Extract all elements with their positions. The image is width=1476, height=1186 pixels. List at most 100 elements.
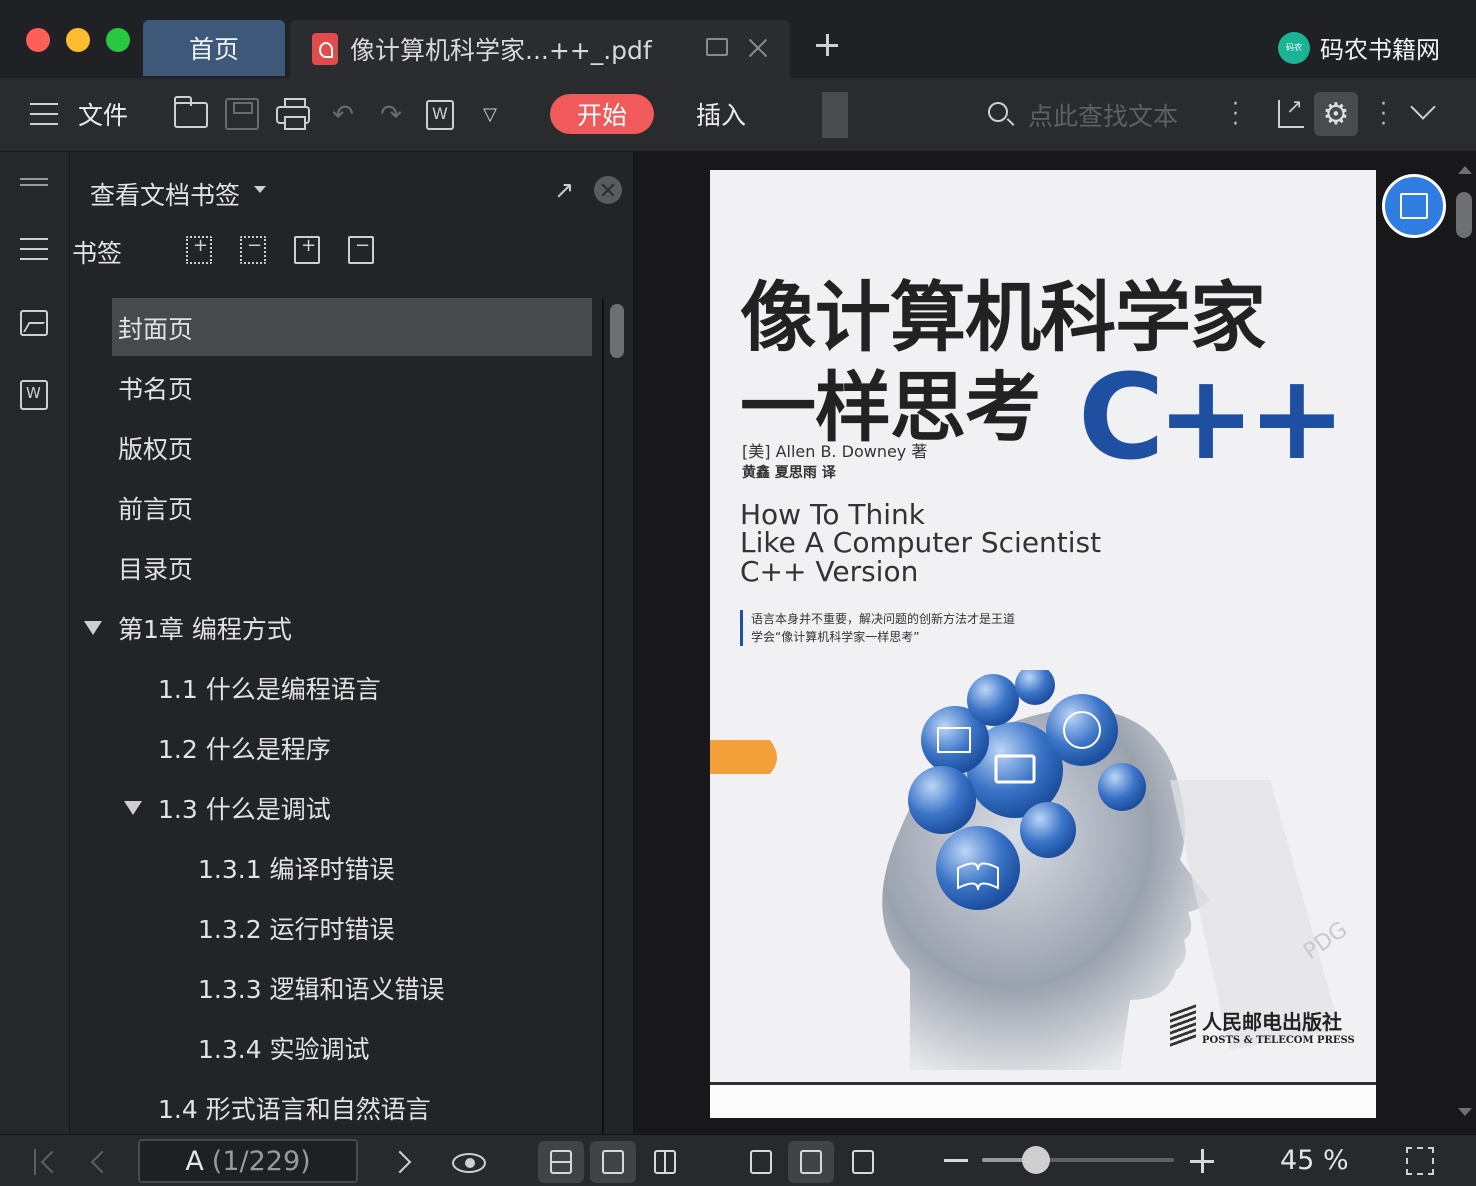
bookmark-item[interactable]: 1.4 形式语言和自然语言: [70, 1078, 602, 1138]
status-bar: A (1/229) 45 %: [0, 1134, 1476, 1186]
collapse-panel-icon[interactable]: [20, 178, 48, 186]
page-number-field[interactable]: A (1/229): [138, 1139, 358, 1183]
previous-page-icon[interactable]: [86, 1149, 112, 1175]
bubble-pen: [908, 766, 976, 834]
bookmark-item[interactable]: 1.3 什么是调试: [70, 778, 602, 838]
document-viewer[interactable]: 像计算机科学家 一样思考 C++ [美] Allen B. Downey 著 黄…: [634, 152, 1476, 1134]
bookmark-item[interactable]: 1.3.3 逻辑和语义错误: [70, 958, 602, 1018]
monitor-icon[interactable]: [706, 38, 728, 56]
add-bookmark-icon[interactable]: [294, 235, 320, 264]
convert-document-button[interactable]: [1382, 174, 1446, 238]
toolbar-overflow-button[interactable]: [822, 92, 848, 138]
more-dropdown-icon[interactable]: ▽: [480, 104, 500, 125]
search-icon[interactable]: [988, 102, 1008, 122]
tab-document[interactable]: 像计算机科学家...++_.pdf: [290, 20, 790, 78]
undock-icon[interactable]: ↗: [554, 178, 578, 202]
open-folder-icon[interactable]: [174, 96, 208, 128]
signature-panel-icon[interactable]: [20, 380, 48, 410]
bookmark-item[interactable]: 1.1 什么是编程语言: [70, 658, 602, 718]
print-icon[interactable]: [276, 98, 310, 130]
actual-size-button[interactable]: [738, 1141, 784, 1183]
sign-icon[interactable]: [426, 100, 454, 130]
bookmark-item[interactable]: 1.3.2 运行时错误: [70, 898, 602, 958]
bookmark-label-text: 目录页: [118, 555, 194, 584]
zoom-in-icon[interactable]: [1190, 1149, 1214, 1173]
bubble-globe: [1046, 694, 1118, 766]
scroll-down-arrow[interactable]: [1458, 1108, 1472, 1116]
brand[interactable]: 码农 码农书籍网: [1278, 30, 1440, 65]
bookmark-list-icon[interactable]: [20, 238, 48, 260]
bookmark-item[interactable]: 1.3.1 编译时错误: [70, 838, 602, 898]
viewer-scrollbar-thumb[interactable]: [1456, 192, 1472, 238]
caret-down-icon[interactable]: [254, 186, 266, 193]
continuous-view-button[interactable]: [538, 1141, 584, 1183]
single-page-view-button[interactable]: [590, 1141, 636, 1183]
maximize-window-button[interactable]: [106, 28, 130, 52]
zoom-level[interactable]: 45 %: [1280, 1145, 1349, 1176]
fit-width-button[interactable]: [840, 1141, 886, 1183]
zoom-out-icon[interactable]: [944, 1159, 968, 1162]
expand-triangle-icon[interactable]: [84, 621, 102, 635]
fullscreen-icon[interactable]: [1406, 1147, 1434, 1175]
two-page-view-button[interactable]: [642, 1141, 688, 1183]
bookmark-label-text: 1.3.3 逻辑和语义错误: [198, 975, 445, 1004]
settings-icon[interactable]: ⚙: [1314, 92, 1358, 136]
new-tab-button[interactable]: [812, 30, 842, 60]
bookmark-item[interactable]: 1.3.4 实验调试: [70, 1018, 602, 1078]
add-bookmark-child-icon[interactable]: [186, 235, 212, 264]
tab-home[interactable]: 首页: [143, 20, 285, 76]
panel-title-dropdown[interactable]: 查看文档书签: [90, 176, 240, 212]
pdf-file-icon: [312, 33, 338, 65]
redo-icon[interactable]: ↷: [378, 102, 404, 128]
orange-stripe: [710, 740, 777, 774]
close-tab-icon[interactable]: [746, 36, 770, 60]
zoom-slider-thumb[interactable]: [1021, 1146, 1050, 1174]
save-icon[interactable]: [225, 98, 259, 130]
pdf-page[interactable]: 像计算机科学家 一样思考 C++ [美] Allen B. Downey 著 黄…: [710, 170, 1376, 1118]
chevron-down-icon[interactable]: [1410, 94, 1436, 120]
bookmark-label-text: 1.3 什么是调试: [158, 795, 331, 824]
bookmark-label-text: 封面页: [118, 315, 194, 344]
menu-icon[interactable]: [30, 103, 58, 125]
remove-bookmark-icon[interactable]: [240, 235, 266, 264]
fit-page-button[interactable]: [788, 1141, 834, 1183]
zoom-slider[interactable]: [982, 1146, 1174, 1174]
panel-scrollbar-track[interactable]: [602, 298, 604, 1134]
bubble-search: [1015, 670, 1055, 705]
fit-page-icon: [800, 1150, 822, 1174]
bubble-atom: [1098, 763, 1146, 811]
scroll-up-arrow[interactable]: [1458, 166, 1472, 174]
next-page-icon[interactable]: [390, 1149, 416, 1175]
bookmark-item[interactable]: 第1章 编程方式: [70, 598, 602, 658]
search-input[interactable]: [1028, 96, 1208, 136]
tab-start[interactable]: 开始: [550, 94, 654, 134]
brand-name: 码农书籍网: [1320, 36, 1440, 64]
thumbnail-icon[interactable]: [20, 310, 48, 336]
delete-bookmark-icon[interactable]: [348, 235, 374, 264]
close-panel-icon[interactable]: [594, 176, 622, 204]
bookmark-item[interactable]: 前言页: [70, 478, 602, 538]
undo-icon[interactable]: ↶: [330, 102, 356, 128]
bookmark-item[interactable]: 版权页: [70, 418, 602, 478]
expand-triangle-icon[interactable]: [124, 801, 142, 815]
tab-insert[interactable]: 插入: [684, 96, 758, 132]
bookmark-item[interactable]: 1.2 什么是程序: [70, 718, 602, 778]
bookmark-label-text: 前言页: [118, 495, 194, 524]
panel-scrollbar-thumb[interactable]: [610, 304, 624, 358]
publisher: 人民邮电出版社 POSTS & TELECOM PRESS: [1170, 1004, 1355, 1048]
minimize-window-button[interactable]: [66, 28, 90, 52]
publisher-name-cn: 人民邮电出版社: [1202, 1010, 1342, 1034]
more-menu-icon[interactable]: · · ·: [1380, 94, 1387, 136]
bookmark-item[interactable]: 目录页: [70, 538, 602, 598]
first-page-icon[interactable]: [34, 1149, 60, 1175]
share-icon[interactable]: [1278, 94, 1304, 128]
file-menu[interactable]: 文件: [78, 96, 128, 132]
close-window-button[interactable]: [26, 28, 50, 52]
bookmark-item[interactable]: 封面页: [70, 298, 602, 358]
bookmark-label-text: 1.3.4 实验调试: [198, 1035, 370, 1064]
bookmark-tree: 封面页 书名页 版权页 前言页 目录页 第1章 编程方式 1.1 什么是编程语言…: [70, 298, 602, 1138]
bookmark-item[interactable]: 书名页: [70, 358, 602, 418]
more-options-icon[interactable]: · · ·: [1232, 94, 1239, 136]
tab-document-label: 像计算机科学家...++_.pdf: [350, 36, 652, 65]
eye-protection-icon[interactable]: [452, 1153, 486, 1173]
